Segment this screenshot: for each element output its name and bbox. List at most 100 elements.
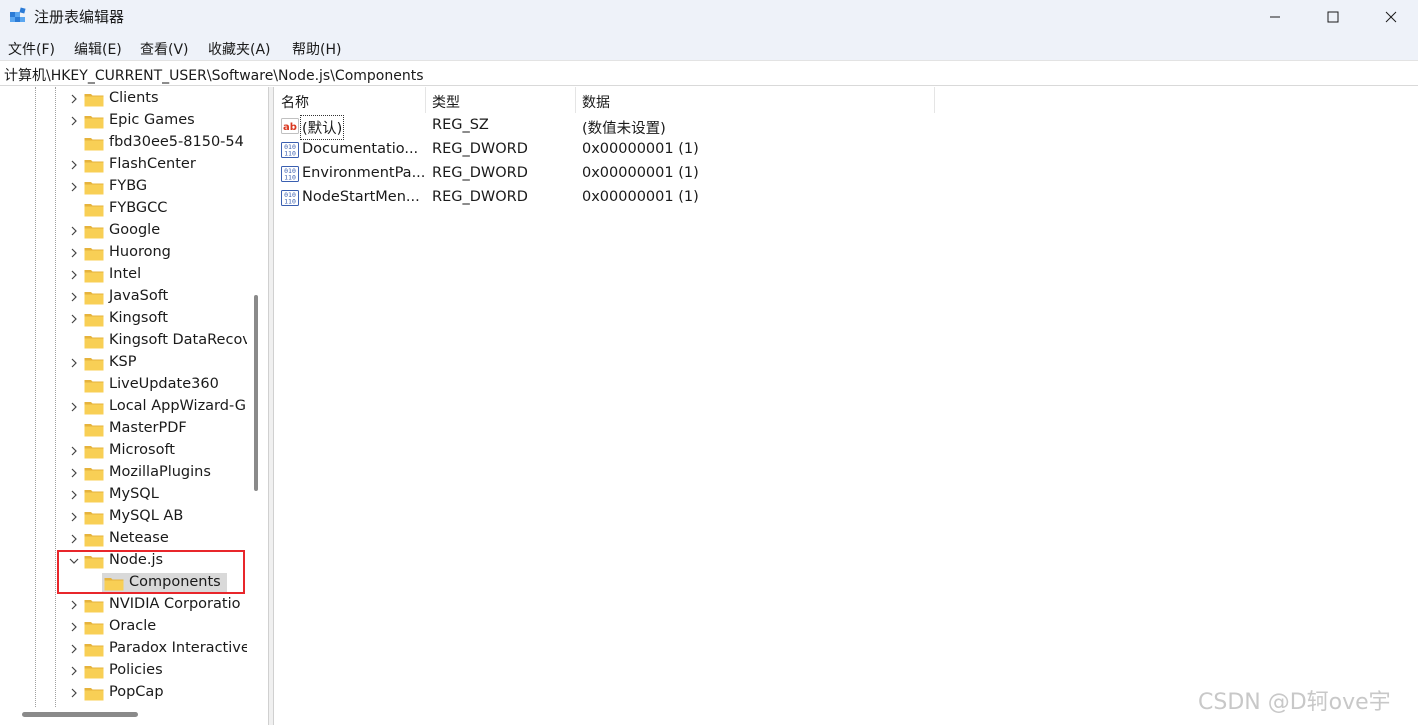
chevron-right-icon[interactable] (68, 357, 80, 369)
folder-icon (84, 356, 104, 371)
tree-item-label: FYBGCC (109, 200, 168, 216)
folder-icon (84, 488, 104, 503)
chevron-right-icon[interactable] (68, 489, 80, 501)
folder-icon (84, 466, 104, 481)
tree-item-nvidia-corporatio[interactable]: NVIDIA Corporatio (0, 594, 247, 616)
close-icon (1385, 11, 1397, 23)
tree-item-mysql-ab[interactable]: MySQL AB (0, 506, 247, 528)
binary-value-icon: 010 110 (281, 141, 299, 159)
value-type: REG_DWORD (432, 141, 528, 157)
folder-icon (84, 532, 104, 547)
chevron-right-icon[interactable] (68, 291, 80, 303)
folder-icon (84, 136, 104, 151)
tree-item-local-appwizard-g[interactable]: Local AppWizard-G (0, 396, 247, 418)
menu-favorites[interactable]: 收藏夹(A) (208, 39, 271, 59)
chevron-right-icon[interactable] (68, 115, 80, 127)
value-data: 0x00000001 (1) (582, 189, 699, 205)
minimize-icon (1270, 16, 1280, 18)
chevron-right-icon[interactable] (68, 511, 80, 523)
chevron-right-icon[interactable] (68, 181, 80, 193)
tree-item-flashcenter[interactable]: FlashCenter (0, 154, 247, 176)
chevron-right-icon[interactable] (68, 401, 80, 413)
title-bar[interactable]: 注册表编辑器 (0, 0, 1418, 34)
tree-horizontal-scrollbar[interactable] (22, 712, 138, 717)
tree-item-fybgcc[interactable]: FYBGCC (0, 198, 247, 220)
tree-item-label: Netease (109, 530, 169, 546)
address-bar[interactable]: 计算机\HKEY_CURRENT_USER\Software\Node.js\C… (0, 60, 1418, 86)
chevron-right-icon[interactable] (68, 665, 80, 677)
tree-item-label: KSP (109, 354, 137, 370)
chevron-right-icon[interactable] (68, 643, 80, 655)
values-list-pane[interactable]: 名称 类型 数据 ab (默认) REG_SZ (数值未设置) 010 110 Docume… (275, 87, 1418, 725)
menu-edit[interactable]: 编辑(E) (74, 39, 122, 59)
menu-view[interactable]: 查看(V) (140, 39, 189, 59)
chevron-right-icon[interactable] (68, 269, 80, 281)
tree-item-label: Policies (109, 662, 163, 678)
value-row[interactable]: 010 110 Documentatio... REG_DWORD 0x00000001… (275, 138, 975, 162)
address-path[interactable]: 计算机\HKEY_CURRENT_USER\Software\Node.js\C… (4, 65, 424, 85)
tree-item-netease[interactable]: Netease (0, 528, 247, 550)
tree-item-label: Kingsoft (109, 310, 168, 326)
chevron-right-icon[interactable] (68, 687, 80, 699)
tree-item-label: LiveUpdate360 (109, 376, 219, 392)
svg-text:ab: ab (283, 122, 297, 133)
tree-item-clients[interactable]: Clients (0, 88, 247, 110)
tree-item-paradox-interactive[interactable]: Paradox Interactive (0, 638, 247, 660)
value-row[interactable]: ab (默认) REG_SZ (数值未设置) (275, 114, 975, 140)
tree-item-google[interactable]: Google (0, 220, 247, 242)
column-header-type[interactable]: 类型 (426, 87, 576, 113)
chevron-right-icon[interactable] (68, 599, 80, 611)
tree-item-masterpdf[interactable]: MasterPDF (0, 418, 247, 440)
tree-item-kingsoft[interactable]: Kingsoft (0, 308, 247, 330)
tree-item-policies[interactable]: Policies (0, 660, 247, 682)
tree-item-label: Google (109, 222, 161, 238)
chevron-right-icon[interactable] (68, 467, 80, 479)
tree-item-popcap[interactable]: PopCap (0, 682, 247, 704)
pane-splitter[interactable] (268, 87, 274, 725)
tree-item-oracle[interactable]: Oracle (0, 616, 247, 638)
value-row[interactable]: 010 110 EnvironmentPa... REG_DWORD 0x0000000… (275, 162, 975, 186)
tree-item-mysql[interactable]: MySQL (0, 484, 247, 506)
tree-vertical-scrollbar[interactable] (254, 295, 258, 491)
value-row[interactable]: 010 110 NodeStartMen... REG_DWORD 0x00000001… (275, 186, 975, 210)
chevron-right-icon[interactable] (68, 93, 80, 105)
close-button[interactable] (1362, 0, 1418, 34)
folder-icon (84, 246, 104, 261)
menu-bar: 文件(F) 编辑(E) 查看(V) 收藏夹(A) 帮助(H) (0, 34, 1418, 60)
value-data: 0x00000001 (1) (582, 141, 699, 157)
folder-icon (84, 290, 104, 305)
tree-item-microsoft[interactable]: Microsoft (0, 440, 247, 462)
chevron-right-icon[interactable] (68, 533, 80, 545)
tree-item-fbd30ee5-8150-54[interactable]: fbd30ee5-8150-54 (0, 132, 247, 154)
tree-item-label: Microsoft (109, 442, 175, 458)
tree-item-fybg[interactable]: FYBG (0, 176, 247, 198)
chevron-right-icon[interactable] (68, 445, 80, 457)
tree-item-javasoft[interactable]: JavaSoft (0, 286, 247, 308)
menu-help[interactable]: 帮助(H) (292, 39, 341, 59)
tree-item-label: Epic Games (109, 112, 195, 128)
menu-file[interactable]: 文件(F) (8, 39, 55, 59)
svg-text:110: 110 (284, 174, 296, 182)
folder-icon (84, 180, 104, 195)
tree-item-ksp[interactable]: KSP (0, 352, 247, 374)
chevron-right-icon[interactable] (68, 621, 80, 633)
minimize-button[interactable] (1246, 0, 1304, 34)
tree-item-epic-games[interactable]: Epic Games (0, 110, 247, 132)
value-data: (数值未设置) (582, 121, 666, 137)
tree-item-intel[interactable]: Intel (0, 264, 247, 286)
tree-item-huorong[interactable]: Huorong (0, 242, 247, 264)
chevron-right-icon[interactable] (68, 225, 80, 237)
column-header-name[interactable]: 名称 (275, 87, 426, 113)
chevron-right-icon[interactable] (68, 247, 80, 259)
tree-item-kingsoft-datarecov[interactable]: Kingsoft DataRecov (0, 330, 247, 352)
watermark: CSDN @D轲ove宇 (1198, 690, 1391, 715)
tree-item-label: Paradox Interactive (109, 640, 247, 656)
column-header-data[interactable]: 数据 (576, 87, 935, 113)
tree-item-liveupdate360[interactable]: LiveUpdate360 (0, 374, 247, 396)
key-tree-pane[interactable]: Clients Epic Games fbd30ee5-8150-54 FlashCe… (0, 87, 268, 725)
maximize-button[interactable] (1304, 0, 1362, 34)
tree-item-mozillaplugins[interactable]: MozillaPlugins (0, 462, 247, 484)
svg-text:110: 110 (284, 198, 296, 206)
chevron-right-icon[interactable] (68, 159, 80, 171)
chevron-right-icon[interactable] (68, 313, 80, 325)
